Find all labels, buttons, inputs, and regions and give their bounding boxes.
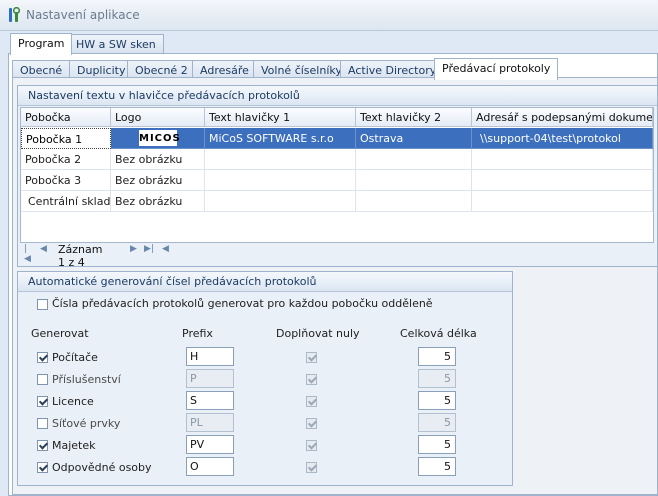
cell-header-text-1[interactable] <box>205 149 356 170</box>
table-row[interactable]: Pobočka 1 MICOS MiCoS SOFTWARE s.r.o Ost… <box>21 128 653 149</box>
cell-branch[interactable]: Pobočka 2 <box>21 149 111 170</box>
tab-handover-protocols[interactable]: Předávací protokoly <box>434 58 559 80</box>
pad-responsible-persons-checkbox[interactable] <box>306 462 317 473</box>
cell-header-text-2[interactable]: Ostrava <box>356 128 472 149</box>
generate-accessories-label: Příslušenství <box>52 373 121 386</box>
window-title: Nastavení aplikace <box>26 8 140 22</box>
column-pad-zeros: Doplňovat nuly <box>276 327 360 340</box>
prefix-network-devices-input[interactable]: PL <box>186 413 234 432</box>
pad-network-devices-checkbox[interactable] <box>306 418 317 429</box>
generate-assets-label: Majetek <box>52 439 96 452</box>
micos-logo-image: MICOS <box>139 130 180 146</box>
generate-assets-checkbox[interactable] <box>37 440 48 451</box>
cell-header-text-1[interactable]: MiCoS SOFTWARE s.r.o <box>205 128 356 149</box>
first-record-icon[interactable]: |◀ <box>24 244 31 264</box>
pad-accessories-checkbox[interactable] <box>306 374 317 385</box>
generate-licences-label: Licence <box>52 395 94 408</box>
next-record-icon[interactable]: ▶ <box>130 244 137 254</box>
cell-directory[interactable] <box>472 191 653 212</box>
cell-header-text-2[interactable] <box>356 170 472 191</box>
cell-directory[interactable] <box>472 170 653 191</box>
pad-licences-checkbox[interactable] <box>306 396 317 407</box>
inner-tab-strip: Obecné Duplicity Obecné 2 Adresáře Volné… <box>12 58 656 80</box>
prefix-responsible-persons-input[interactable]: O <box>186 457 234 476</box>
auto-group-title: Automatické generování čísel předávacích… <box>28 275 317 288</box>
branch-header-grid[interactable]: Pobočka Logo Text hlavičky 1 Text hlavič… <box>20 107 654 243</box>
cell-logo[interactable]: Bez obrázku <box>111 191 205 212</box>
per-branch-label: Čísla předávacích protokolů generovat pr… <box>52 297 433 310</box>
generate-licences-checkbox[interactable] <box>37 396 48 407</box>
prev-record-icon[interactable]: ◀ <box>40 244 47 254</box>
table-row[interactable]: Pobočka 2 Bez obrázku <box>21 149 653 170</box>
generate-network-devices-label: Síťové prvky <box>52 417 121 430</box>
cell-branch[interactable]: Centrální sklad <box>21 191 111 212</box>
generate-computers-checkbox[interactable] <box>37 352 48 363</box>
nav-more-icon[interactable]: ◀ <box>162 244 169 254</box>
generate-network-devices-checkbox[interactable] <box>37 418 48 429</box>
length-computers-input[interactable]: 5 <box>418 347 456 366</box>
cell-branch[interactable]: Pobočka 1 <box>21 128 111 149</box>
cell-logo[interactable]: MICOS <box>111 128 205 149</box>
cell-directory[interactable] <box>472 149 653 170</box>
table-row[interactable]: Pobočka 3 Bez obrázku <box>21 170 653 191</box>
cell-header-text-2[interactable] <box>356 149 472 170</box>
generate-accessories-checkbox[interactable] <box>37 374 48 385</box>
header-group-title: Nastavení textu v hlavičce předávacích p… <box>28 89 300 102</box>
table-row[interactable]: Centrální sklad Bez obrázku <box>21 191 653 212</box>
record-counter: Záznam 1 z 4 <box>58 243 103 269</box>
cell-logo[interactable]: Bez obrázku <box>111 149 205 170</box>
cell-logo[interactable]: Bez obrázku <box>111 170 205 191</box>
column-logo[interactable]: Logo <box>111 108 205 127</box>
column-header-text-1[interactable]: Text hlavičky 1 <box>205 108 356 127</box>
length-network-devices-input[interactable]: 5 <box>418 413 456 432</box>
per-branch-checkbox[interactable] <box>37 299 48 310</box>
cell-header-text-1[interactable] <box>205 191 356 212</box>
generate-responsible-persons-checkbox[interactable] <box>37 462 48 473</box>
tools-icon <box>9 7 21 22</box>
length-licences-input[interactable]: 5 <box>418 391 456 410</box>
cell-directory[interactable]: \\support-04\test\protokol <box>472 128 653 149</box>
column-generate: Generovat <box>31 327 89 340</box>
pad-assets-checkbox[interactable] <box>306 440 317 451</box>
column-signed-docs-directory[interactable]: Adresář s podepsanými dokumenty <box>472 108 653 127</box>
prefix-computers-input[interactable]: H <box>186 347 234 366</box>
title-bar: Nastavení aplikace <box>0 0 658 31</box>
prefix-licences-input[interactable]: S <box>186 391 234 410</box>
prefix-assets-input[interactable]: PV <box>186 435 234 454</box>
generate-responsible-persons-label: Odpovědné osoby <box>52 461 152 474</box>
last-record-icon[interactable]: ▶| <box>144 244 154 254</box>
cell-header-text-2[interactable] <box>356 191 472 212</box>
column-branch[interactable]: Pobočka <box>21 108 111 127</box>
tab-hw-sw-scan[interactable]: HW a SW sken <box>68 34 164 54</box>
length-accessories-input[interactable]: 5 <box>418 369 456 388</box>
tab-program[interactable]: Program <box>10 33 73 55</box>
cell-branch[interactable]: Pobočka 3 <box>21 170 111 191</box>
length-responsible-persons-input[interactable]: 5 <box>418 457 456 476</box>
column-total-length: Celková délka <box>400 327 477 340</box>
cell-header-text-1[interactable] <box>205 170 356 191</box>
pad-computers-checkbox[interactable] <box>306 352 317 363</box>
column-header-text-2[interactable]: Text hlavičky 2 <box>356 108 472 127</box>
prefix-accessories-input[interactable]: P <box>186 369 234 388</box>
column-prefix: Prefix <box>182 327 213 340</box>
length-assets-input[interactable]: 5 <box>418 435 456 454</box>
generate-computers-label: Počítače <box>52 351 98 364</box>
